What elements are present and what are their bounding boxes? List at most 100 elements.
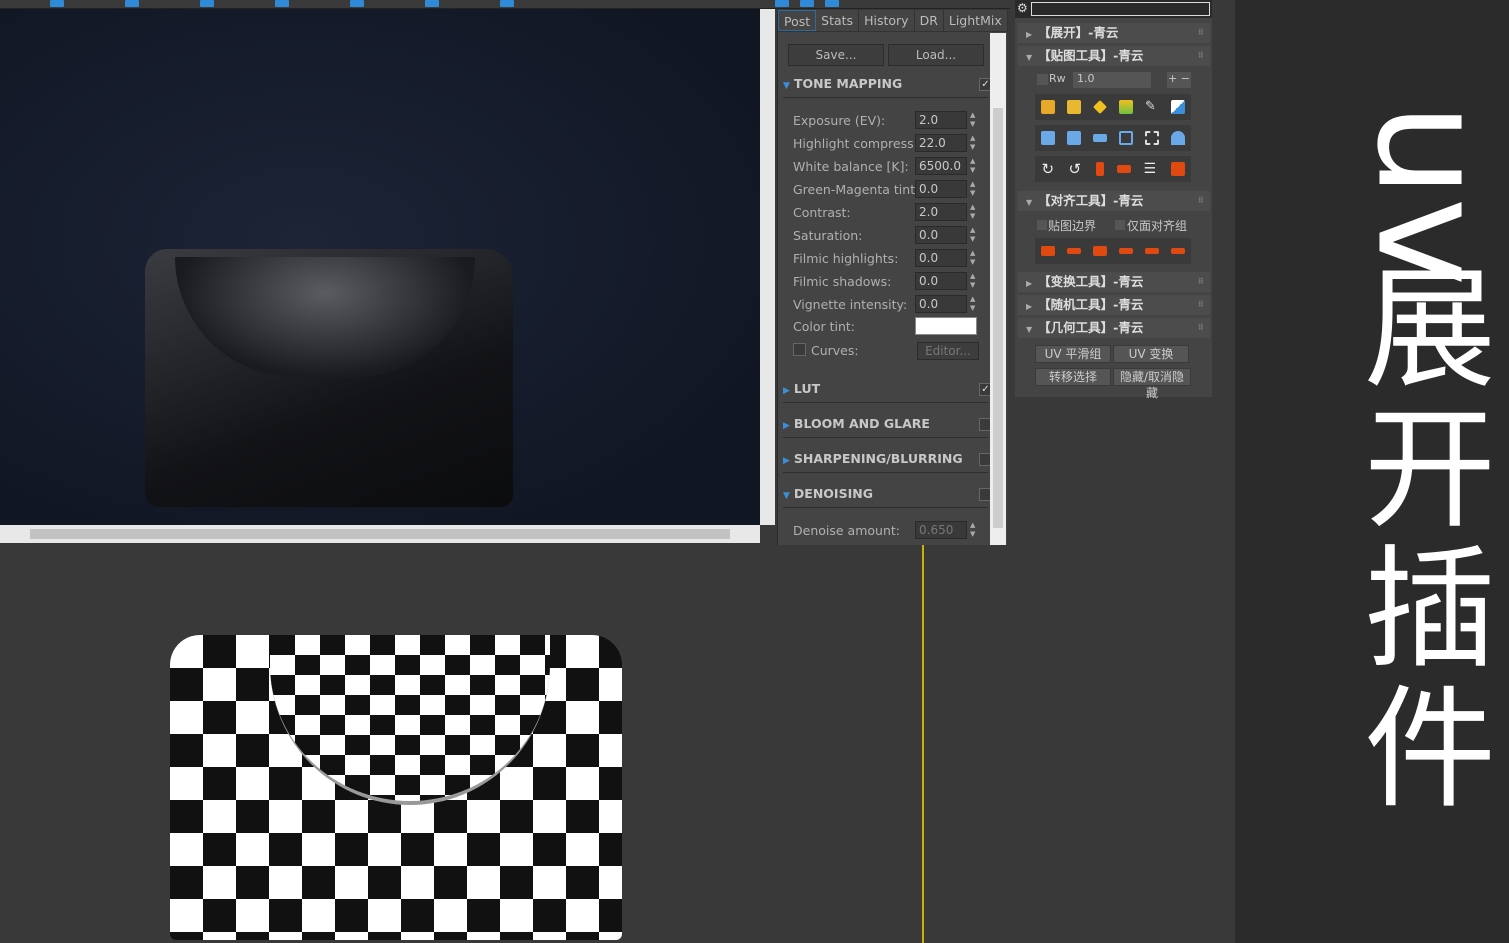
- flip-vertical-icon[interactable]: [1116, 165, 1131, 173]
- rw-checkbox[interactable]: [1037, 74, 1048, 85]
- bloom-glare-header[interactable]: ▶ BLOOM AND GLARE: [783, 416, 992, 438]
- spinner[interactable]: ▲ ▼: [970, 249, 975, 267]
- spinner[interactable]: ▲ ▼: [970, 134, 975, 152]
- toolbar-button[interactable]: [350, 0, 364, 7]
- toolbar-button[interactable]: [800, 0, 814, 7]
- tone-mapping-row: Filmic shadows: 0.0 ▲ ▼: [793, 272, 988, 292]
- row-value-field[interactable]: 0.0: [915, 295, 967, 313]
- toolbar-button[interactable]: [500, 0, 514, 7]
- toolbar-button[interactable]: [825, 0, 839, 7]
- spinner[interactable]: ▲ ▼: [970, 521, 975, 539]
- toolbar-button[interactable]: [50, 0, 64, 7]
- row-value-field[interactable]: 0.0: [915, 249, 967, 267]
- toolbar-button[interactable]: [275, 0, 289, 7]
- denoising-header[interactable]: ▼ DENOISING: [783, 486, 992, 508]
- row-value-field[interactable]: 22.0: [915, 134, 967, 152]
- unwrap-section[interactable]: ▶ 【展开】-青云 ⠿: [1018, 23, 1210, 43]
- tab-lightmix[interactable]: LightMix: [944, 10, 1008, 31]
- lut-header[interactable]: ▶ LUT ✓: [783, 381, 992, 403]
- toolbar-button[interactable]: [200, 0, 214, 7]
- random-tools-section[interactable]: ▶ 【随机工具】-青云 ⠿: [1018, 295, 1210, 315]
- title-char: 插: [1364, 533, 1496, 687]
- checker-sofa-model[interactable]: [170, 635, 622, 940]
- map-tools-section[interactable]: ▼ 【贴图工具】-青云 ⠿: [1018, 46, 1210, 66]
- spinner[interactable]: ▲ ▼: [970, 180, 975, 198]
- center-icon[interactable]: [1145, 131, 1159, 145]
- render-horizontal-scrollbar[interactable]: [0, 525, 760, 543]
- row-label: Saturation:: [793, 228, 863, 243]
- curves-editor-button[interactable]: Editor...: [917, 342, 979, 360]
- uv-smooth-button[interactable]: UV 平滑组: [1035, 345, 1111, 363]
- image-map-icon[interactable]: [1119, 100, 1133, 114]
- planar-map-icon[interactable]: [1093, 100, 1107, 114]
- toolbar-button[interactable]: [775, 0, 789, 7]
- spinner[interactable]: ▲ ▼: [970, 226, 975, 244]
- row-value-field[interactable]: 2.0: [915, 111, 967, 129]
- color-tint-swatch[interactable]: [915, 317, 977, 335]
- geometry-tools-section[interactable]: ▼ 【几何工具】-青云 ⠿: [1018, 318, 1210, 338]
- vfb-scrollbar[interactable]: [990, 33, 1006, 545]
- mirror-icon[interactable]: [1170, 162, 1185, 176]
- uv-transform-button[interactable]: UV 变换: [1113, 345, 1189, 363]
- transfer-select-button[interactable]: 转移选择: [1035, 368, 1111, 386]
- align-center-icon[interactable]: [1145, 248, 1159, 254]
- render-vertical-scrollbar[interactable]: [760, 9, 775, 525]
- fit-icon[interactable]: [1119, 131, 1133, 145]
- spinner[interactable]: ▲ ▼: [970, 295, 975, 313]
- align-bottom-icon[interactable]: [1093, 246, 1107, 256]
- map-border-checkbox[interactable]: [1037, 220, 1047, 230]
- toolbar-button[interactable]: [425, 0, 439, 7]
- viewport-divider[interactable]: [922, 545, 924, 943]
- curves-row: Curves: Editor...: [793, 341, 988, 361]
- curves-checkbox[interactable]: [793, 343, 806, 356]
- align-tools-section[interactable]: ▼ 【对齐工具】-青云 ⠿: [1018, 191, 1210, 211]
- rotate-cw-icon[interactable]: ↻: [1042, 162, 1056, 177]
- uniform-scale-icon[interactable]: [1041, 131, 1055, 145]
- tab-post[interactable]: Post: [778, 10, 817, 31]
- row-value-field[interactable]: 0.0: [915, 272, 967, 290]
- tab-dr[interactable]: DR: [915, 10, 944, 31]
- row-value-field[interactable]: 6500.0: [915, 157, 967, 175]
- row-value-field[interactable]: 0.0: [915, 180, 967, 198]
- rotate-ccw-icon[interactable]: ↺: [1069, 162, 1083, 177]
- tab-stats[interactable]: Stats: [816, 10, 860, 31]
- map-tools-row-2: [1035, 125, 1191, 151]
- align-right-icon[interactable]: [1171, 248, 1185, 254]
- eyedropper-icon[interactable]: ✎: [1145, 100, 1159, 114]
- align-horizontal-icon[interactable]: [1093, 134, 1107, 142]
- box-map-icon[interactable]: [1067, 100, 1081, 114]
- row-value-field[interactable]: 0.0: [915, 226, 967, 244]
- toolbar-button[interactable]: [125, 0, 139, 7]
- row-value-field[interactable]: 2.0: [915, 203, 967, 221]
- scale-icon[interactable]: [1171, 100, 1185, 114]
- tone-mapping-row: Saturation: 0.0 ▲ ▼: [793, 226, 988, 246]
- layout-icon[interactable]: [1041, 100, 1055, 114]
- rollout-search-field[interactable]: [1031, 2, 1210, 16]
- list-icon[interactable]: ☰: [1144, 162, 1158, 176]
- transform-tools-section[interactable]: ▶ 【变换工具】-青云 ⠿: [1018, 272, 1210, 292]
- hide-unhide-button[interactable]: 隐藏/取消隐藏: [1113, 368, 1191, 400]
- sharpening-header[interactable]: ▶ SHARPENING/BLURRING: [783, 451, 992, 473]
- expand-triangle-icon: ▶: [783, 421, 790, 431]
- spinner[interactable]: ▲ ▼: [970, 272, 975, 290]
- align-top-icon[interactable]: [1041, 246, 1055, 256]
- face-align-checkbox[interactable]: [1115, 220, 1125, 230]
- load-button[interactable]: Load...: [888, 44, 984, 66]
- tone-mapping-header[interactable]: ▼ TONE MAPPING ✓: [783, 76, 992, 98]
- expand-triangle-icon: ▼: [783, 81, 790, 91]
- arc-icon[interactable]: [1171, 131, 1185, 145]
- plus-minus-buttons[interactable]: + −: [1167, 72, 1191, 88]
- save-button[interactable]: Save...: [788, 44, 884, 66]
- align-vertical-icon[interactable]: [1067, 131, 1081, 145]
- row-label: Exposure (EV):: [793, 113, 886, 128]
- tab-history[interactable]: History: [859, 10, 915, 31]
- rw-value-field[interactable]: 1.0: [1073, 72, 1151, 88]
- align-middle-icon[interactable]: [1067, 248, 1081, 254]
- gear-icon[interactable]: ⚙: [1017, 1, 1028, 15]
- align-left-icon[interactable]: [1119, 248, 1133, 254]
- spinner[interactable]: ▲ ▼: [970, 203, 975, 221]
- spinner[interactable]: ▲ ▼: [970, 157, 975, 175]
- flip-horizontal-icon[interactable]: [1095, 162, 1104, 176]
- spinner[interactable]: ▲ ▼: [970, 111, 975, 129]
- denoise-amount-field[interactable]: 0.650: [915, 521, 967, 539]
